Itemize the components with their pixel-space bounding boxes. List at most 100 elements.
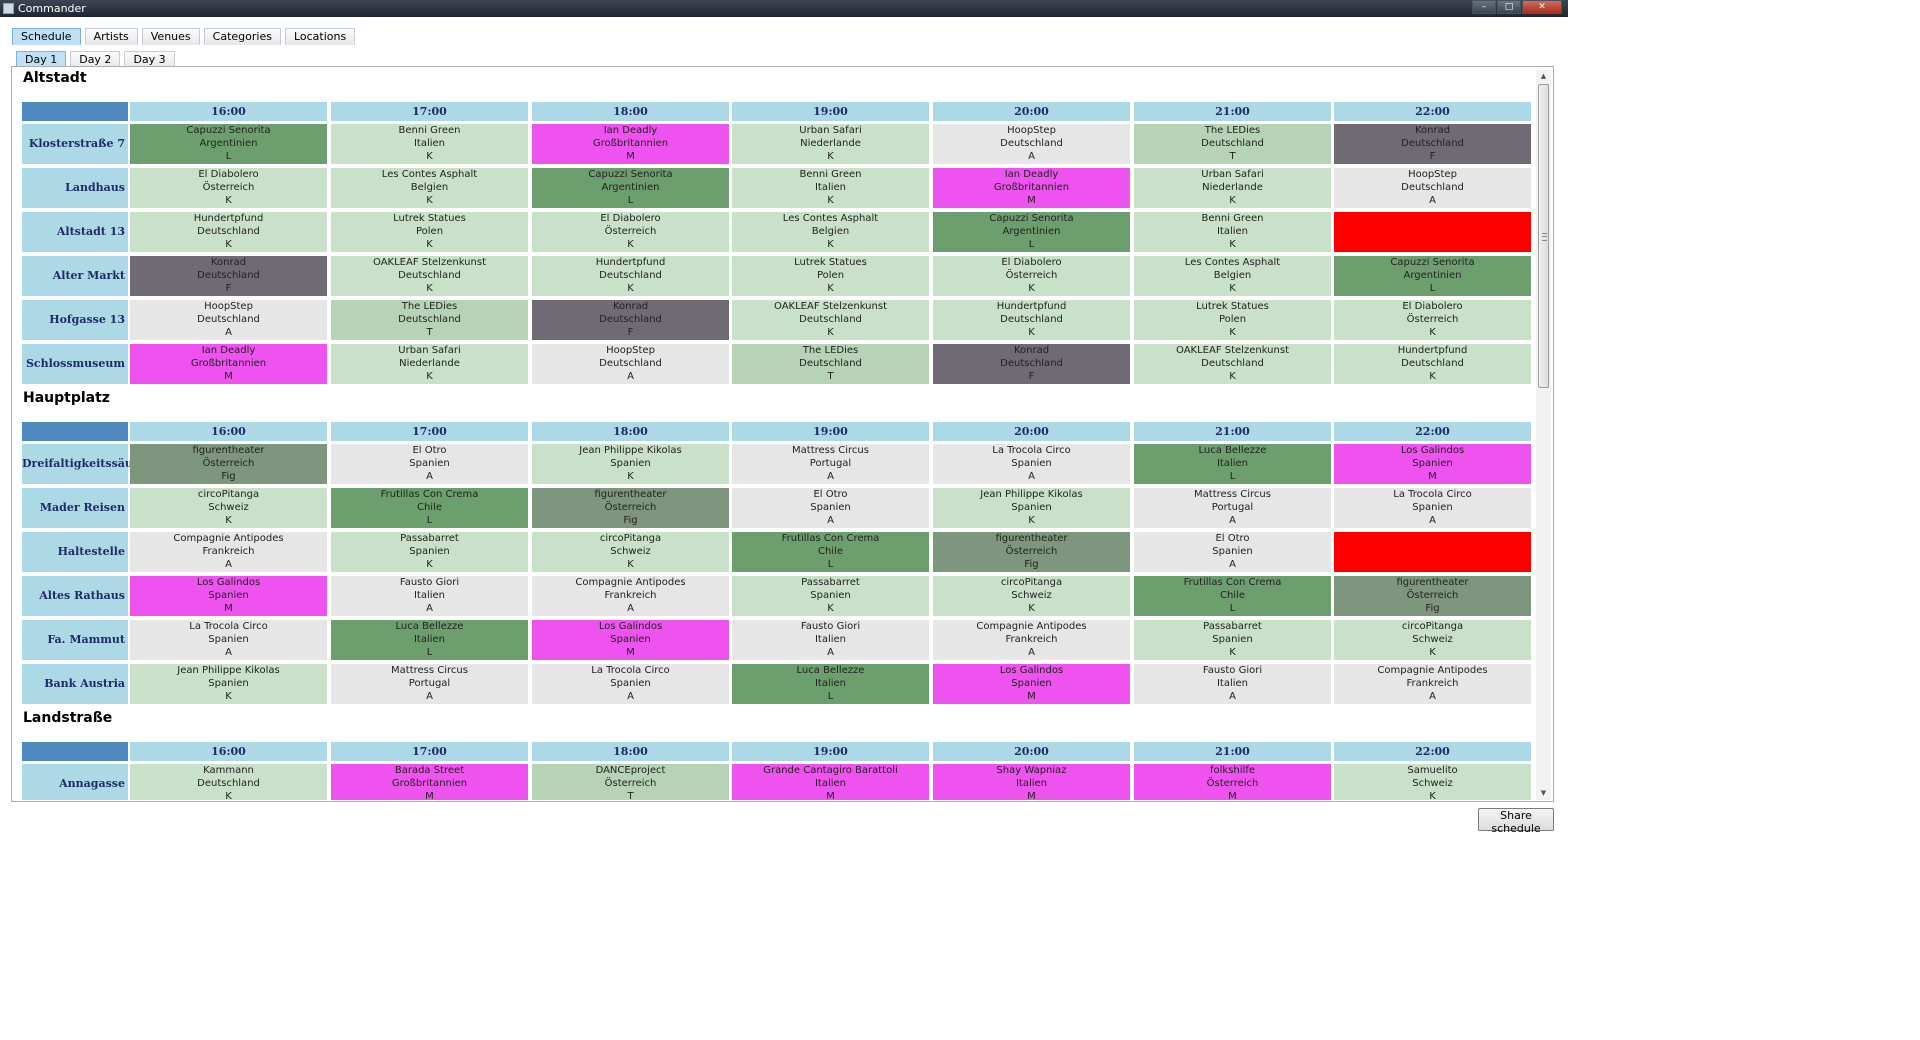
performance-cell[interactable]: Les Contes Asphalt Belgien K xyxy=(732,212,929,252)
performance-cell[interactable]: OAKLEAF Stelzenkunst Deutschland K xyxy=(331,256,528,296)
tab-locations[interactable]: Locations xyxy=(284,28,356,45)
performance-cell[interactable]: HoopStep Deutschland A xyxy=(933,124,1130,164)
performance-cell[interactable]: Capuzzi Senorita Argentinien L xyxy=(130,124,327,164)
performance-cell[interactable]: Lutrek Statues Polen K xyxy=(1134,300,1331,340)
share-schedule-button[interactable]: Share schedule xyxy=(1478,808,1554,835)
performance-cell[interactable]: OAKLEAF Stelzenkunst Deutschland K xyxy=(1134,344,1331,384)
performance-cell[interactable]: Capuzzi Senorita Argentinien L xyxy=(933,212,1130,252)
performance-cell[interactable]: circoPitanga Schweiz K xyxy=(532,532,729,572)
performance-cell[interactable]: El Otro Spanien A xyxy=(732,488,929,528)
performance-cell[interactable]: Fausto Giori Italien A xyxy=(331,576,528,616)
performance-cell[interactable]: Fausto Giori Italien A xyxy=(732,620,929,660)
performance-cell[interactable]: Grande Cantagiro Barattoli Italien M xyxy=(732,764,929,800)
performance-cell[interactable]: Konrad Deutschland F xyxy=(130,256,327,296)
performance-cell[interactable]: Compagnie Antipodes Frankreich A xyxy=(933,620,1130,660)
performance-cell[interactable]: Jean Philippe Kikolas Spanien K xyxy=(130,664,327,704)
performance-cell[interactable]: The LEDies Deutschland T xyxy=(1134,124,1331,164)
performance-cell[interactable]: Urban Safari Niederlande K xyxy=(331,344,528,384)
performance-cell[interactable]: Lutrek Statues Polen K xyxy=(331,212,528,252)
performance-cell[interactable]: Konrad Deutschland F xyxy=(532,300,729,340)
performance-cell[interactable]: figurentheater Österreich Fig xyxy=(130,444,327,484)
performance-cell[interactable]: Les Contes Asphalt Belgien K xyxy=(1134,256,1331,296)
maximize-icon[interactable]: □ xyxy=(1497,0,1521,14)
performance-cell[interactable]: El Otro Spanien A xyxy=(331,444,528,484)
performance-cell[interactable]: HoopStep Deutschland A xyxy=(532,344,729,384)
performance-cell[interactable]: Los Galindos Spanien M xyxy=(532,620,729,660)
performance-cell[interactable]: El Otro Spanien A xyxy=(1134,532,1331,572)
performance-cell[interactable]: La Trocola Circo Spanien A xyxy=(532,664,729,704)
performance-cell[interactable]: Jean Philippe Kikolas Spanien K xyxy=(532,444,729,484)
performance-cell[interactable]: El Diabolero Österreich K xyxy=(933,256,1130,296)
performance-cell[interactable]: The LEDies Deutschland T xyxy=(732,344,929,384)
performance-cell[interactable]: Hundertpfund Deutschland K xyxy=(1334,344,1531,384)
performance-cell[interactable]: figurentheater Österreich Fig xyxy=(532,488,729,528)
performance-cell[interactable]: circoPitanga Schweiz K xyxy=(933,576,1130,616)
performance-cell[interactable]: Ian Deadly Großbritannien M xyxy=(130,344,327,384)
performance-cell[interactable]: Frutillas Con Crema Chile L xyxy=(331,488,528,528)
empty-slot-cell[interactable] xyxy=(1334,532,1531,572)
performance-cell[interactable]: Hundertpfund Deutschland K xyxy=(130,212,327,252)
performance-cell[interactable]: Urban Safari Niederlande K xyxy=(732,124,929,164)
performance-cell[interactable]: Mattress Circus Portugal A xyxy=(1134,488,1331,528)
tab-venues[interactable]: Venues xyxy=(141,28,200,45)
performance-cell[interactable]: Passabarret Spanien K xyxy=(331,532,528,572)
performance-cell[interactable]: El Diabolero Österreich K xyxy=(1334,300,1531,340)
performance-cell[interactable]: Urban Safari Niederlande K xyxy=(1134,168,1331,208)
performance-cell[interactable]: folkshilfe Österreich M xyxy=(1134,764,1331,800)
performance-cell[interactable]: Hundertpfund Deutschland K xyxy=(933,300,1130,340)
performance-cell[interactable]: Benni Green Italien K xyxy=(1134,212,1331,252)
performance-cell[interactable]: Barada Street Großbritannien M xyxy=(331,764,528,800)
performance-cell[interactable]: Konrad Deutschland F xyxy=(1334,124,1531,164)
performance-cell[interactable]: Mattress Circus Portugal A xyxy=(732,444,929,484)
performance-cell[interactable]: El Diabolero Österreich K xyxy=(130,168,327,208)
performance-cell[interactable]: Capuzzi Senorita Argentinien L xyxy=(532,168,729,208)
performance-cell[interactable]: figurentheater Österreich Fig xyxy=(933,532,1130,572)
performance-cell[interactable]: El Diabolero Österreich K xyxy=(532,212,729,252)
performance-cell[interactable]: Compagnie Antipodes Frankreich A xyxy=(1334,664,1531,704)
vertical-scrollbar[interactable]: ▲ ▼ xyxy=(1536,70,1551,800)
performance-cell[interactable]: Les Contes Asphalt Belgien K xyxy=(331,168,528,208)
performance-cell[interactable]: Luca Bellezze Italien L xyxy=(331,620,528,660)
scroll-up-icon[interactable]: ▲ xyxy=(1536,70,1551,83)
performance-cell[interactable]: Capuzzi Senorita Argentinien L xyxy=(1334,256,1531,296)
performance-cell[interactable]: Benni Green Italien K xyxy=(732,168,929,208)
performance-cell[interactable]: Hundertpfund Deutschland K xyxy=(532,256,729,296)
performance-cell[interactable]: HoopStep Deutschland A xyxy=(1334,168,1531,208)
performance-cell[interactable]: Samuelito Schweiz K xyxy=(1334,764,1531,800)
performance-cell[interactable]: Passabarret Spanien K xyxy=(1134,620,1331,660)
performance-cell[interactable]: Compagnie Antipodes Frankreich A xyxy=(130,532,327,572)
performance-cell[interactable]: Shay Wapniaz Italien M xyxy=(933,764,1130,800)
performance-cell[interactable]: Ian Deadly Großbritannien M xyxy=(532,124,729,164)
performance-cell[interactable]: Los Galindos Spanien M xyxy=(933,664,1130,704)
performance-cell[interactable]: La Trocola Circo Spanien A xyxy=(933,444,1130,484)
performance-cell[interactable]: La Trocola Circo Spanien A xyxy=(1334,488,1531,528)
performance-cell[interactable]: The LEDies Deutschland T xyxy=(331,300,528,340)
performance-cell[interactable]: figurentheater Österreich Fig xyxy=(1334,576,1531,616)
scroll-down-icon[interactable]: ▼ xyxy=(1536,787,1551,800)
performance-cell[interactable]: Frutillas Con Crema Chile L xyxy=(1134,576,1331,616)
performance-cell[interactable]: OAKLEAF Stelzenkunst Deutschland K xyxy=(732,300,929,340)
performance-cell[interactable]: Compagnie Antipodes Frankreich A xyxy=(532,576,729,616)
performance-cell[interactable]: Luca Bellezze Italien L xyxy=(732,664,929,704)
performance-cell[interactable]: Benni Green Italien K xyxy=(331,124,528,164)
close-icon[interactable]: ✕ xyxy=(1522,0,1562,14)
performance-cell[interactable]: Passabarret Spanien K xyxy=(732,576,929,616)
tab-categories[interactable]: Categories xyxy=(203,28,281,45)
minimize-icon[interactable]: – xyxy=(1472,0,1496,14)
performance-cell[interactable]: Ian Deadly Großbritannien M xyxy=(933,168,1130,208)
tab-schedule[interactable]: Schedule xyxy=(12,28,81,45)
performance-cell[interactable]: Los Galindos Spanien M xyxy=(1334,444,1531,484)
performance-cell[interactable]: Jean Philippe Kikolas Spanien K xyxy=(933,488,1130,528)
performance-cell[interactable]: Fausto Giori Italien A xyxy=(1134,664,1331,704)
performance-cell[interactable]: Konrad Deutschland F xyxy=(933,344,1130,384)
performance-cell[interactable]: HoopStep Deutschland A xyxy=(130,300,327,340)
performance-cell[interactable]: Luca Bellezze Italien L xyxy=(1134,444,1331,484)
performance-cell[interactable]: La Trocola Circo Spanien A xyxy=(130,620,327,660)
performance-cell[interactable]: Mattress Circus Portugal A xyxy=(331,664,528,704)
scrollbar-thumb[interactable] xyxy=(1538,84,1549,388)
performance-cell[interactable]: Los Galindos Spanien M xyxy=(130,576,327,616)
performance-cell[interactable]: DANCEproject Österreich T xyxy=(532,764,729,800)
performance-cell[interactable]: circoPitanga Schweiz K xyxy=(1334,620,1531,660)
performance-cell[interactable]: Frutillas Con Crema Chile L xyxy=(732,532,929,572)
performance-cell[interactable]: Lutrek Statues Polen K xyxy=(732,256,929,296)
